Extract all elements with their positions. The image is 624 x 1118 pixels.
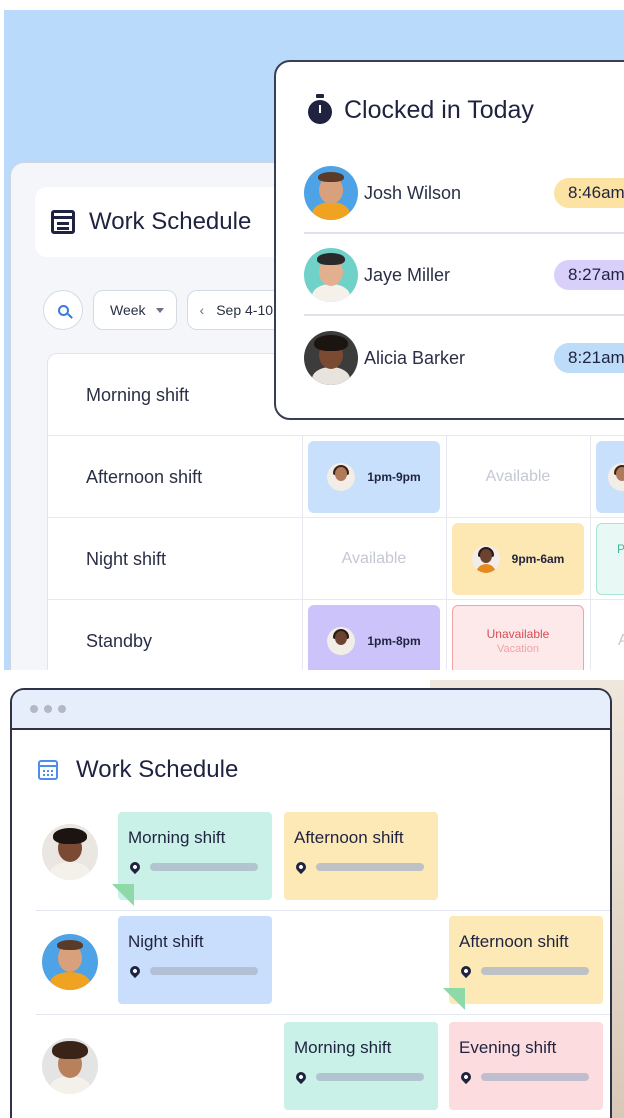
preferred-cell[interactable]: Pre <box>596 523 624 595</box>
avatar <box>608 463 624 491</box>
shift-cell[interactable]: 9pm-6am <box>452 523 584 595</box>
row-label: Night shift <box>86 548 167 569</box>
shift-label: Night shift <box>128 932 204 951</box>
clocked-in-entry[interactable]: Jaye Miller 8:27am <box>304 236 624 316</box>
shift-time: 9pm-6am <box>511 552 565 566</box>
employee-name: Alicia Barker <box>364 347 466 368</box>
shift-card[interactable]: Morning shift <box>284 1022 438 1110</box>
clocked-in-card: Clocked in Today Josh Wilson 8:46am Jaye… <box>274 60 624 420</box>
shift-time: 1pm-9pm <box>367 470 421 484</box>
top-promo-panel: Work Schedule Week ‹ Sep 4-10 Morning sh… <box>4 10 624 670</box>
row-divider <box>36 1014 610 1015</box>
window-dot-icon <box>44 705 52 713</box>
avatar <box>304 331 358 385</box>
row-label: Morning shift <box>86 384 190 405</box>
location-placeholder <box>150 863 258 871</box>
shift-cell[interactable] <box>596 441 624 513</box>
shift-label: Afternoon shift <box>459 932 569 951</box>
shift-location <box>127 963 262 979</box>
grid-divider <box>590 436 591 670</box>
available-cell[interactable]: Available <box>452 441 584 513</box>
location-placeholder <box>150 967 258 975</box>
shift-label: Morning shift <box>128 828 226 847</box>
unavailable-label: Unavailable <box>486 627 550 641</box>
avatar <box>304 248 358 302</box>
location-placeholder <box>316 1073 424 1081</box>
location-pin-icon <box>127 859 143 875</box>
employee-name: Josh Wilson <box>364 182 462 203</box>
bottom-schedule-title: Work Schedule <box>76 756 239 783</box>
unavailable-reason: Vacation <box>497 643 539 655</box>
location-pin-icon <box>127 963 143 979</box>
clocked-in-entry[interactable]: Alicia Barker 8:21am <box>304 318 624 398</box>
shift-card[interactable]: Evening shift <box>449 1022 603 1110</box>
shift-card[interactable]: Night shift <box>118 916 272 1004</box>
unavailable-cell[interactable]: Unavailable Vacation <box>452 605 584 670</box>
shift-label: Evening shift <box>459 1038 557 1057</box>
calendar-icon <box>51 210 75 234</box>
shift-label: Morning shift <box>294 1038 392 1057</box>
view-select-value: Week <box>110 302 146 318</box>
shift-label: Afternoon shift <box>294 828 404 847</box>
location-placeholder <box>316 863 424 871</box>
shift-location <box>293 859 428 875</box>
available-cell[interactable]: Av <box>596 605 624 670</box>
row-divider <box>36 910 610 911</box>
chevron-left-icon[interactable]: ‹ <box>200 302 205 318</box>
shift-card[interactable]: Afternoon shift <box>284 812 438 900</box>
clocked-in-title: Clocked in Today <box>344 95 534 124</box>
location-pin-icon <box>458 963 474 979</box>
corner-flag-icon <box>112 884 134 906</box>
shift-location <box>293 1069 428 1085</box>
stopwatch-icon <box>308 94 332 124</box>
calendar-icon <box>38 760 58 780</box>
available-cell[interactable]: Available <box>308 523 440 595</box>
avatar <box>327 463 356 491</box>
location-placeholder <box>481 967 589 975</box>
shift-location <box>458 1069 593 1085</box>
row-label: Standby <box>86 630 153 651</box>
location-pin-icon <box>458 1069 474 1085</box>
date-range: Sep 4-10 <box>216 302 274 318</box>
shift-card[interactable]: Morning shift <box>118 812 272 900</box>
avatar <box>42 1038 98 1094</box>
corner-flag-icon <box>443 988 465 1010</box>
search-button[interactable] <box>43 290 83 330</box>
row-label: Afternoon shift <box>86 466 203 487</box>
location-placeholder <box>481 1073 589 1081</box>
schedule-toolbar: Week ‹ Sep 4-10 <box>43 288 307 332</box>
bottom-schedule-header: Work Schedule <box>38 756 238 784</box>
avatar <box>327 627 356 655</box>
view-select[interactable]: Week <box>93 290 177 330</box>
schedule-title: Work Schedule <box>89 208 252 235</box>
clocked-in-entry[interactable]: Josh Wilson 8:46am <box>304 154 624 234</box>
grid-divider <box>446 436 447 670</box>
window-title-bar <box>12 690 610 730</box>
caret-down-icon <box>155 307 164 313</box>
shift-cell[interactable]: 1pm-8pm <box>308 605 440 670</box>
shift-card[interactable]: Afternoon shift <box>449 916 603 1004</box>
grid-divider <box>302 436 303 670</box>
location-pin-icon <box>293 859 309 875</box>
clock-in-time: 8:46am <box>554 178 624 208</box>
window-dot-icon <box>30 705 38 713</box>
shift-location <box>458 963 593 979</box>
shift-cell[interactable]: 1pm-9pm <box>308 441 440 513</box>
avatar <box>471 545 500 573</box>
employee-name: Jaye Miller <box>364 264 451 285</box>
clock-in-time: 8:27am <box>554 260 624 290</box>
clock-in-time: 8:21am <box>554 343 624 373</box>
avatar <box>42 934 98 990</box>
avatar <box>42 824 98 880</box>
shift-location <box>127 859 262 875</box>
clocked-in-header: Clocked in Today <box>308 90 534 130</box>
search-icon <box>57 304 69 316</box>
work-schedule-window: Work Schedule Morning shift Afternoon sh… <box>10 688 612 1118</box>
avatar <box>304 166 358 220</box>
shift-time: 1pm-8pm <box>367 634 421 648</box>
location-pin-icon <box>293 1069 309 1085</box>
window-dot-icon <box>58 705 66 713</box>
